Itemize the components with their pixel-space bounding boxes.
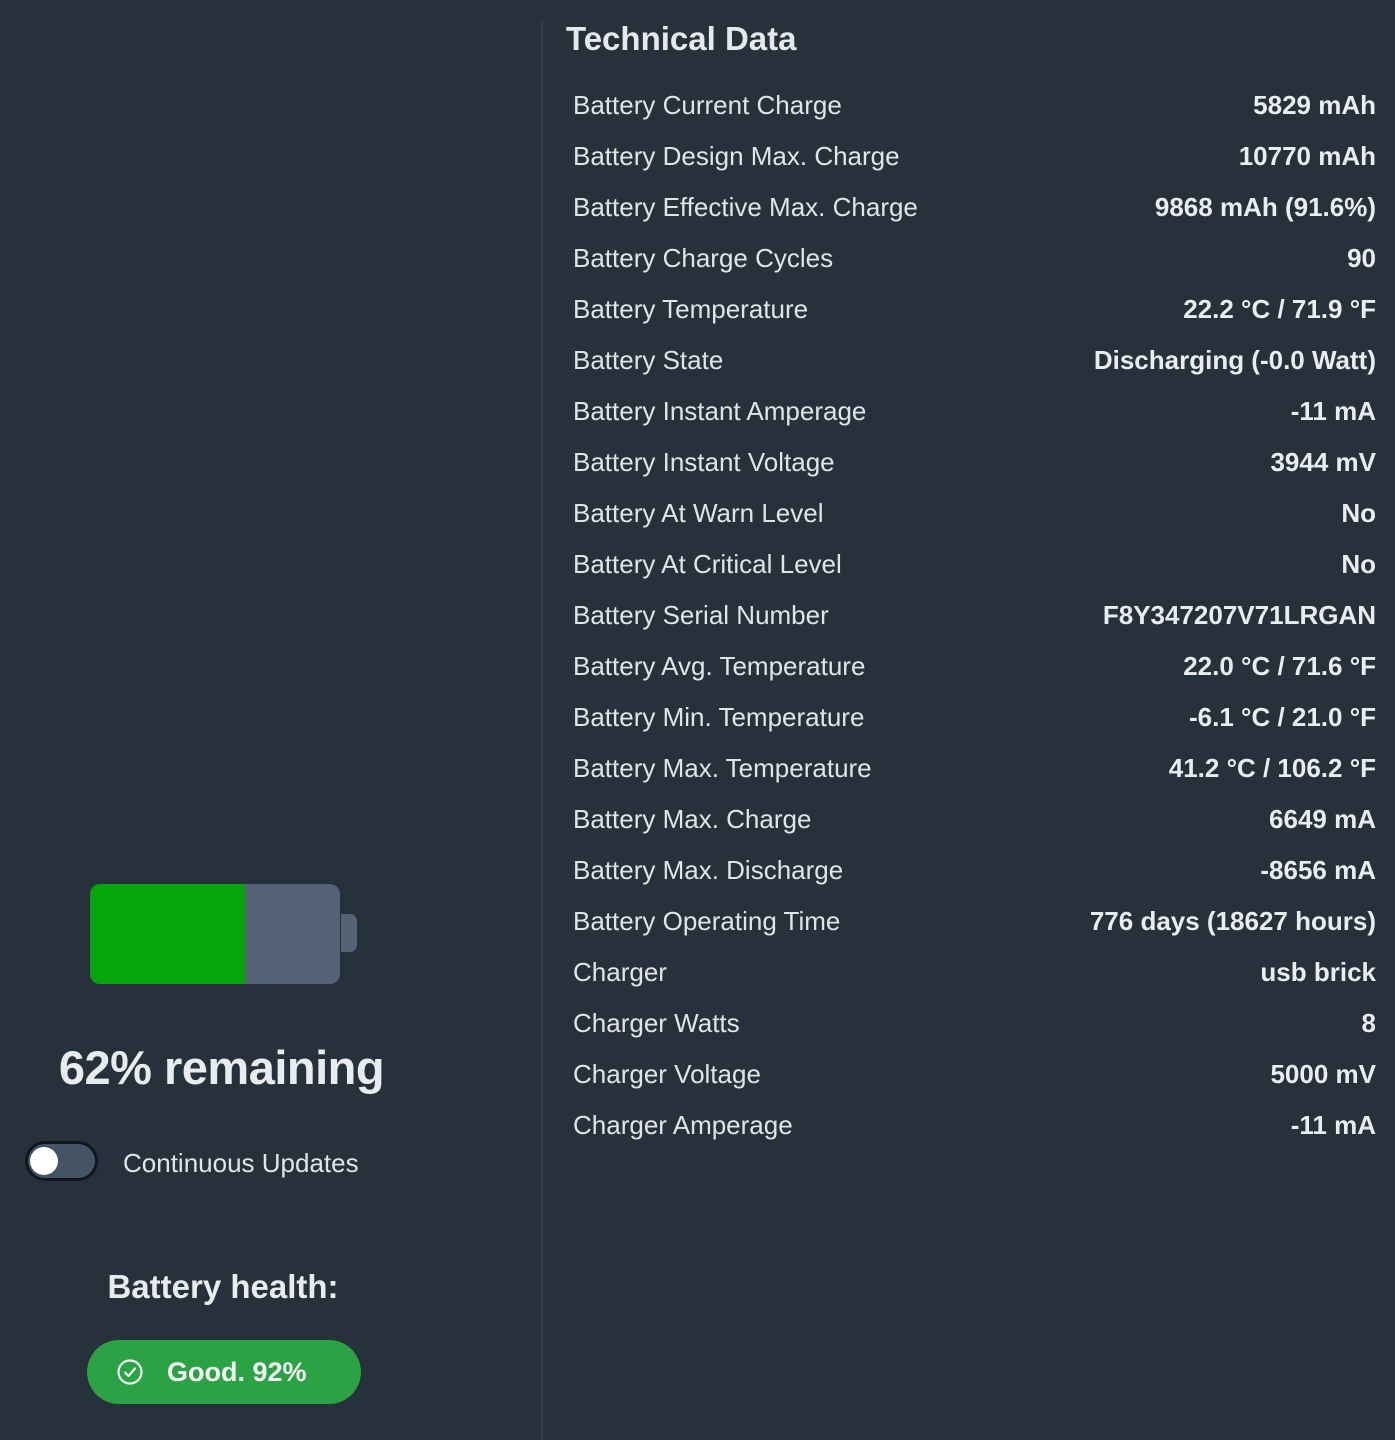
data-row: Charger usb brick [573,947,1376,998]
data-row: Battery Current Charge 5829 mAh [573,80,1376,131]
data-row-label: Battery Max. Temperature [573,753,872,783]
data-row: Battery Charge Cycles 90 [573,233,1376,284]
data-row-label: Charger Amperage [573,1110,793,1140]
data-row-label: Battery Design Max. Charge [573,141,900,171]
technical-data-panel: Technical Data Battery Current Charge 582… [543,0,1395,1440]
data-row-label: Battery Instant Voltage [573,447,835,477]
data-row: Battery Min. Temperature -6.1 °C / 21.0 °… [573,692,1376,743]
data-row-value: -8656 mA [1260,855,1376,885]
data-row: Battery Operating Time 776 days (18627 ho… [573,896,1376,947]
data-row: Battery Temperature 22.2 °C / 71.9 °F [573,284,1376,335]
data-row-label: Battery State [573,345,724,375]
data-row: Battery Max. Charge 6649 mA [573,794,1376,845]
data-row: Battery Avg. Temperature 22.0 °C / 71.6 °… [573,641,1376,692]
data-row-value: usb brick [1260,957,1376,987]
data-row-value: No [1341,498,1376,528]
battery-terminal [341,914,357,952]
data-row-label: Charger [573,957,667,987]
data-row: Battery At Warn Level No [573,488,1376,539]
data-row-label: Battery Max. Discharge [573,855,844,885]
data-row-value: 8 [1361,1008,1376,1038]
battery-health-title: Battery health: [107,1268,339,1305]
data-row-value: 6649 mA [1269,804,1376,834]
data-row-label: Battery Charge Cycles [573,243,834,273]
battery-health-status: Good. 92% [167,1356,307,1387]
data-row-label: Battery Operating Time [573,906,841,936]
data-row-label: Battery Avg. Temperature [573,651,866,681]
toggle-knob [30,1147,58,1175]
check-circle-icon [115,1357,145,1387]
continuous-updates-toggle[interactable] [25,1141,98,1181]
data-row-label: Battery Instant Amperage [573,396,867,426]
data-row-label: Battery Temperature [573,294,809,324]
data-row: Battery Max. Temperature 41.2 °C / 106.2 … [573,743,1376,794]
data-row: Battery Max. Discharge -8656 mA [573,845,1376,896]
data-row-value: 10770 mAh [1238,141,1376,171]
data-row-label: Battery Serial Number [573,600,829,630]
data-row-value: 22.0 °C / 71.6 °F [1183,651,1376,681]
data-row-label: Battery Min. Temperature [573,702,865,732]
data-row-value: 22.2 °C / 71.9 °F [1183,294,1376,324]
data-row-value: -11 mA [1290,1110,1376,1140]
data-row-label: Battery Effective Max. Charge [573,192,918,222]
data-row: Battery At Critical Level No [573,539,1376,590]
data-row: Charger Amperage -11 mA [573,1100,1376,1151]
data-row: Charger Watts 8 [573,998,1376,1049]
data-row-value: 9868 mAh (91.6%) [1154,192,1376,222]
data-row-value: -6.1 °C / 21.0 °F [1189,702,1376,732]
technical-data-title: Technical Data [566,20,797,57]
battery-level-graphic [90,884,340,984]
continuous-updates-label: Continuous Updates [123,1148,359,1178]
data-row-value: -11 mA [1290,396,1376,426]
data-row-label: Battery Max. Charge [573,804,812,834]
data-row-value: 41.2 °C / 106.2 °F [1168,753,1376,783]
data-row-value: 776 days (18627 hours) [1089,906,1376,936]
data-row-value: Discharging (-0.0 Watt) [1093,345,1376,375]
data-row: Battery Design Max. Charge 10770 mAh [573,131,1376,182]
data-row-label: Charger Watts [573,1008,740,1038]
data-row-value: 5000 mV [1270,1059,1376,1089]
data-row-value: 5829 mAh [1253,90,1376,120]
data-row-label: Battery At Warn Level [573,498,824,528]
data-row-value: F8Y347207V71LRGAN [1102,600,1376,630]
battery-health-badge: Good. 92% [87,1340,361,1404]
data-row-value: 3944 mV [1270,447,1376,477]
battery-remaining-text: 62% remaining [58,1041,385,1094]
data-row: Battery Serial Number F8Y347207V71LRGAN [573,590,1376,641]
data-row: Battery Instant Voltage 3944 mV [573,437,1376,488]
data-row: Battery State Discharging (-0.0 Watt) [573,335,1376,386]
battery-fill [90,884,245,984]
data-row-value: No [1341,549,1376,579]
data-row-value: 90 [1347,243,1376,273]
technical-data-list: Battery Current Charge 5829 mAh Battery De… [573,80,1376,1151]
data-row-label: Battery Current Charge [573,90,842,120]
data-row-label: Charger Voltage [573,1059,761,1089]
data-row-label: Battery At Critical Level [573,549,842,579]
data-row: Charger Voltage 5000 mV [573,1049,1376,1100]
data-row: Battery Instant Amperage -11 mA [573,386,1376,437]
data-row: Battery Effective Max. Charge 9868 mAh (9… [573,182,1376,233]
battery-summary-panel: 62% remaining Continuous Updates Battery… [0,0,541,1440]
